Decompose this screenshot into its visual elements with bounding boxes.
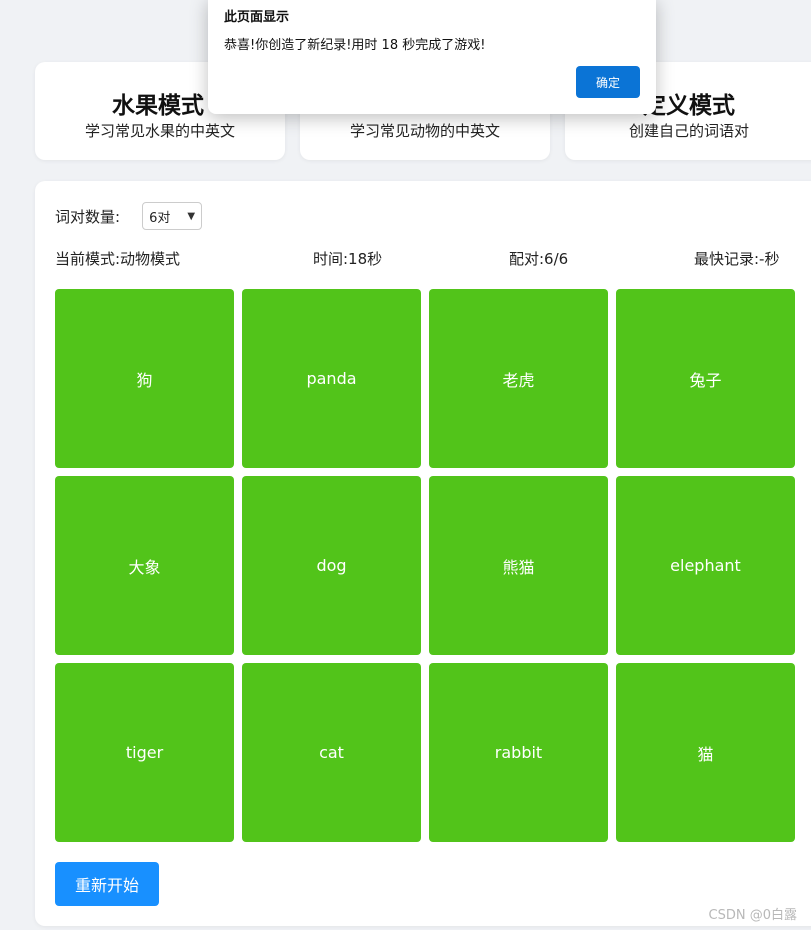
word-card[interactable]: 狗: [55, 289, 234, 468]
card-grid: 狗 panda 老虎 兔子 大象 dog 熊猫 elephant tiger c…: [55, 289, 795, 842]
status-best: 最快记录:-秒: [694, 250, 780, 268]
word-card[interactable]: elephant: [616, 476, 795, 655]
pair-count-row: 词对数量: 6对 ▼: [55, 201, 203, 231]
word-card[interactable]: 兔子: [616, 289, 795, 468]
word-card[interactable]: rabbit: [429, 663, 608, 842]
pair-count-label: 词对数量:: [55, 207, 121, 226]
mode-desc-animal: 学习常见动物的中英文: [349, 122, 500, 140]
mode-desc-fruit: 学习常见水果的中英文: [84, 122, 235, 140]
alert-dialog: 此页面显示 恭喜!你创造了新纪录!用时 18 秒完成了游戏! 确定: [208, 0, 656, 114]
word-card[interactable]: tiger: [55, 663, 234, 842]
chevron-down-icon: ▼: [187, 210, 196, 222]
dialog-title: 此页面显示: [224, 10, 290, 25]
mode-desc-custom: 创建自己的词语对: [628, 122, 749, 140]
pair-count-value: 6对: [149, 210, 171, 226]
watermark: CSDN @0白露: [708, 908, 797, 923]
word-card[interactable]: 熊猫: [429, 476, 608, 655]
status-pairs: 配对:6/6: [509, 250, 569, 268]
word-card[interactable]: 老虎: [429, 289, 608, 468]
word-card[interactable]: panda: [242, 289, 421, 468]
word-card[interactable]: 大象: [55, 476, 234, 655]
pair-count-select[interactable]: 6对 ▼: [142, 202, 203, 230]
word-card[interactable]: 猫: [616, 663, 795, 842]
dialog-message: 恭喜!你创造了新纪录!用时 18 秒完成了游戏!: [224, 38, 486, 53]
status-mode: 当前模式:动物模式: [55, 250, 181, 268]
word-card[interactable]: dog: [242, 476, 421, 655]
game-panel: 词对数量: 6对 ▼ 当前模式:动物模式 时间:18秒 配对:6/6 最快记录:…: [35, 181, 811, 926]
status-time: 时间:18秒: [313, 250, 383, 268]
restart-button[interactable]: 重新开始: [55, 862, 159, 906]
word-card[interactable]: cat: [242, 663, 421, 842]
dialog-ok-button[interactable]: 确定: [576, 66, 640, 98]
